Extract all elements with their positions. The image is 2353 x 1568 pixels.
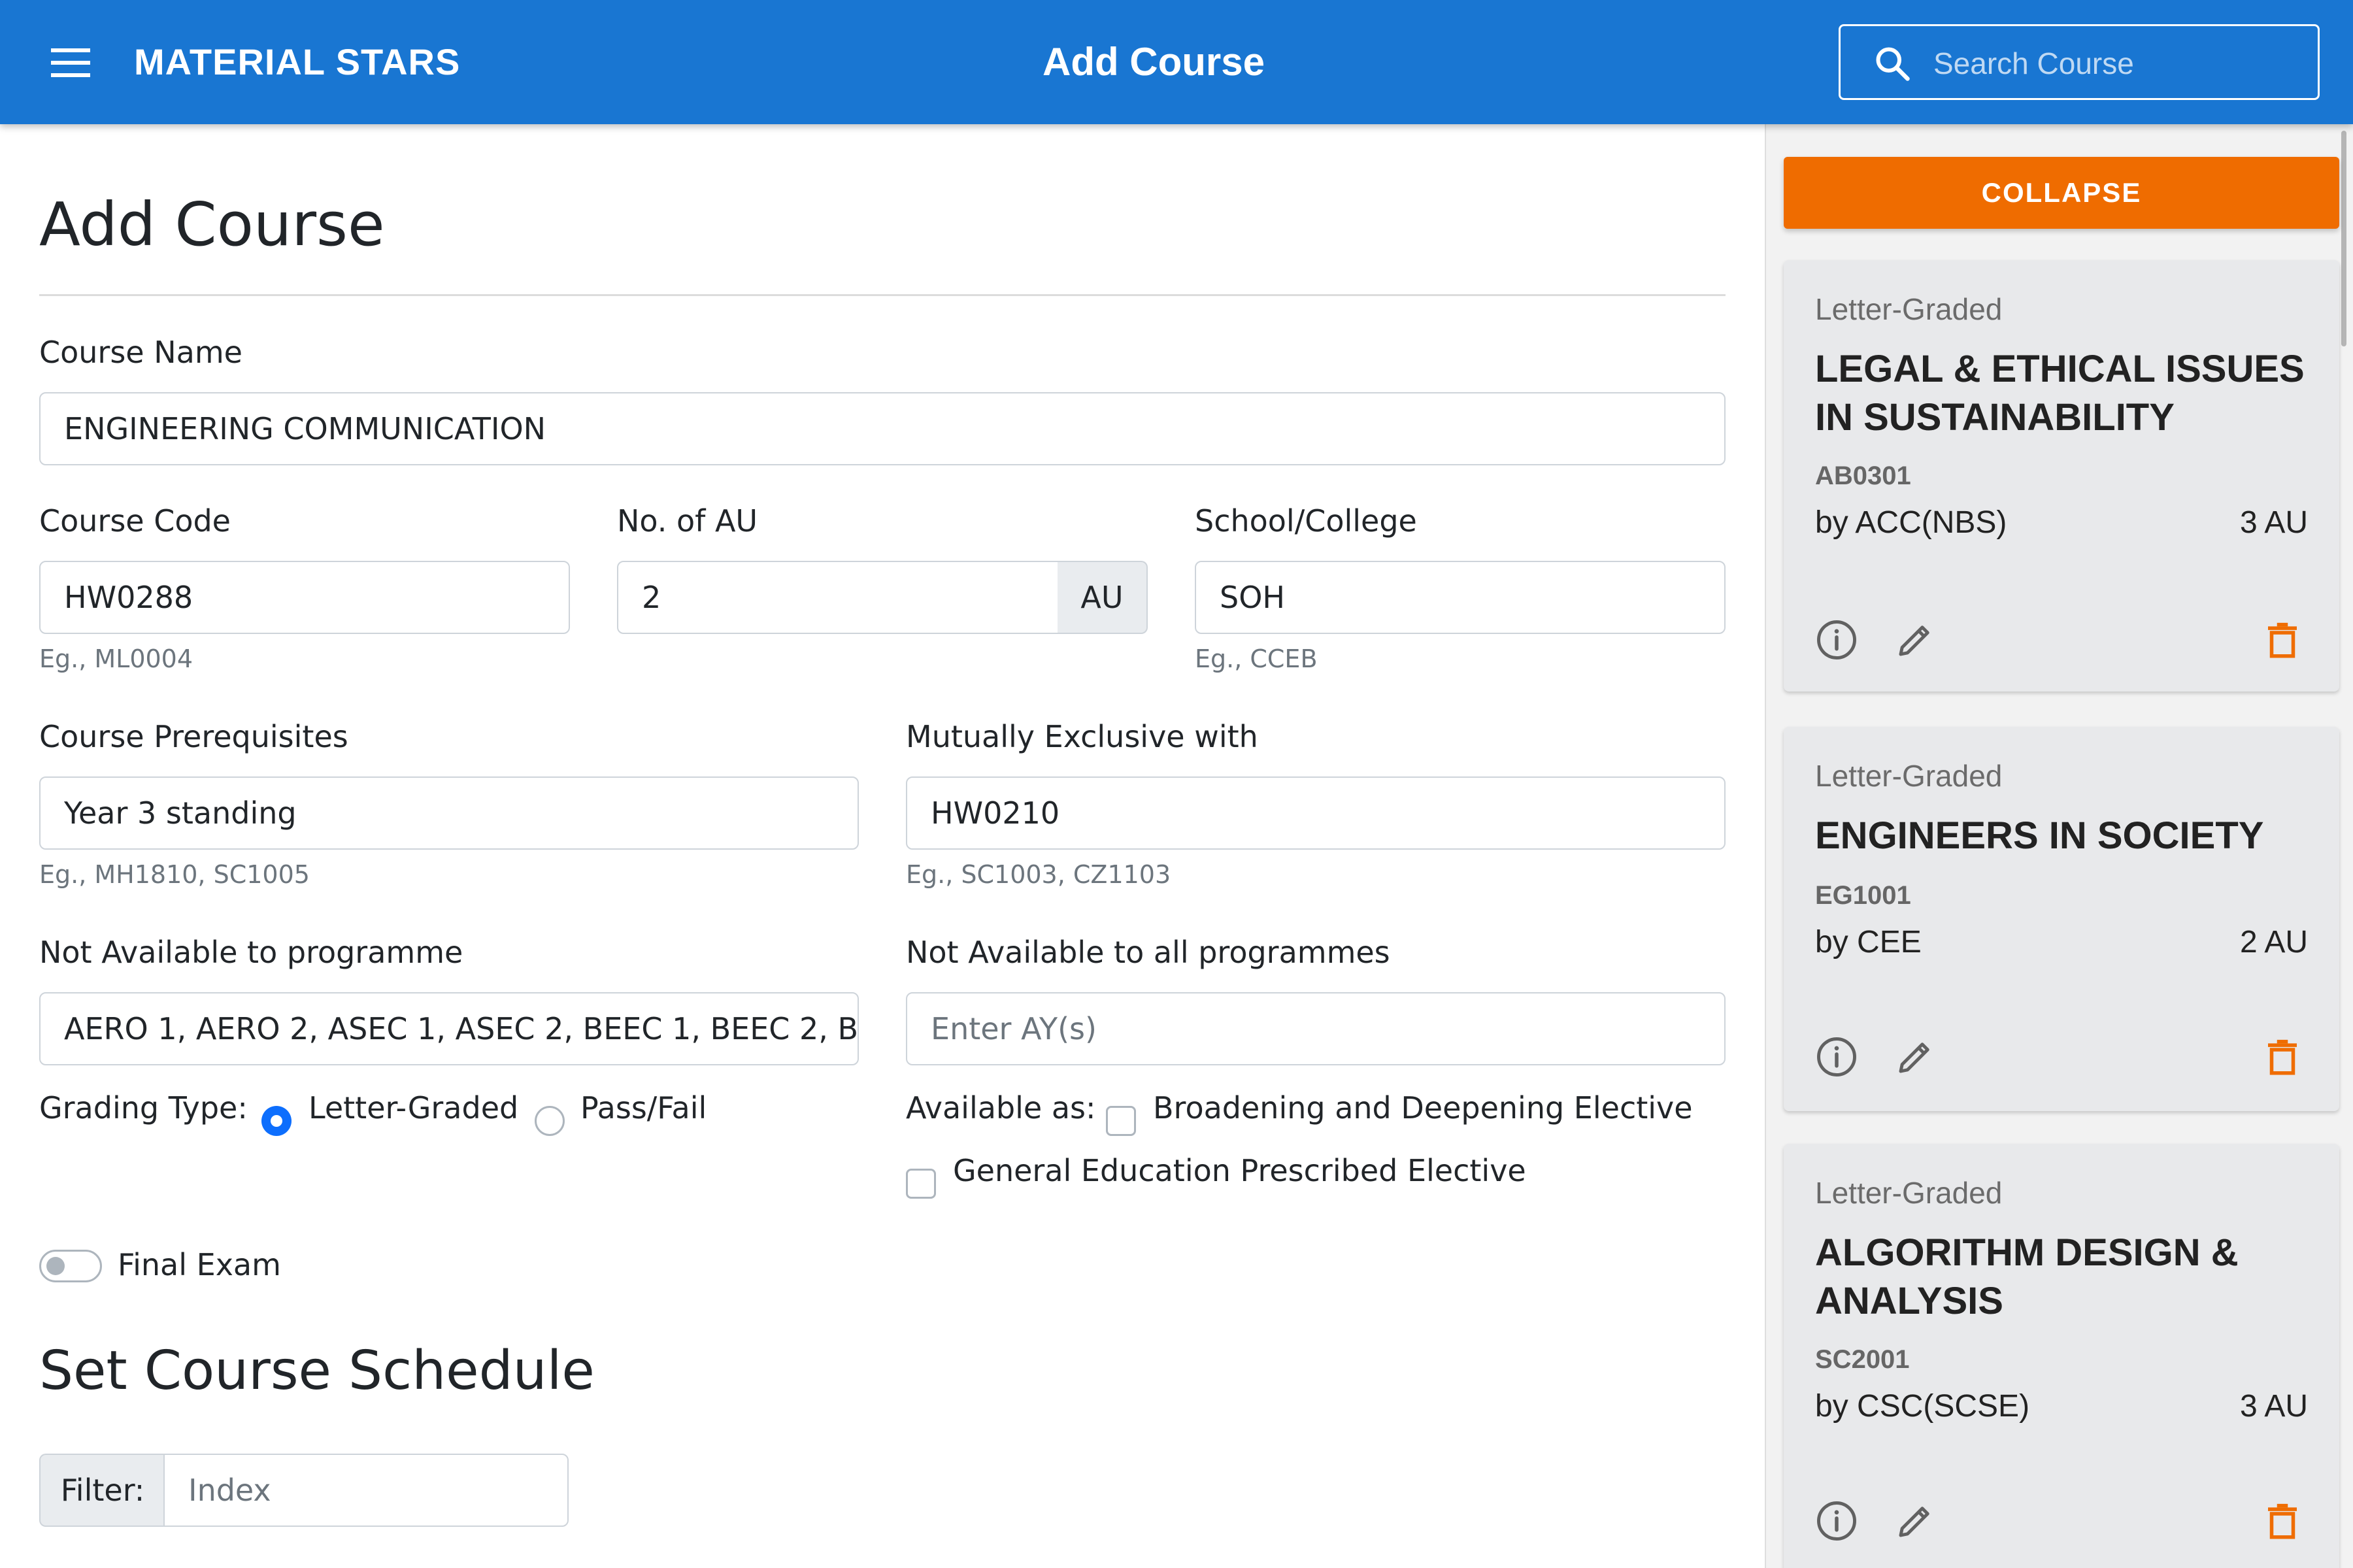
final-exam-label: Final Exam — [118, 1247, 281, 1282]
letter-graded-radio[interactable] — [261, 1106, 292, 1136]
prerequisites-input[interactable]: Year 3 standing — [39, 776, 859, 850]
delete-icon[interactable] — [2261, 1499, 2304, 1543]
info-icon[interactable] — [1815, 1035, 1858, 1078]
au-label: No. of AU — [617, 503, 758, 539]
course-code-hint: Eg., ML0004 — [39, 644, 193, 673]
bde-option-label[interactable]: Broadening and Deepening Elective — [1153, 1090, 1693, 1126]
course-card-au: 2 AU — [2239, 925, 2308, 959]
bde-checkbox[interactable] — [1106, 1106, 1136, 1136]
school-label: School/College — [1195, 503, 1417, 539]
panel-scrollbar[interactable] — [2341, 131, 2346, 346]
title-divider — [39, 294, 1726, 296]
course-card-school: by ACC(NBS) — [1815, 505, 2007, 540]
school-hint: Eg., CCEB — [1195, 644, 1318, 673]
course-card-type: Letter-Graded — [1815, 292, 2003, 326]
not-available-programme-label: Not Available to programme — [39, 935, 463, 970]
au-suffix: AU — [1058, 561, 1148, 634]
search-box[interactable] — [1839, 24, 2320, 100]
course-card-name: ENGINEERS IN SOCIETY — [1815, 814, 2264, 857]
course-card-au: 3 AU — [2239, 505, 2308, 540]
au-input[interactable]: 2 — [617, 561, 1059, 634]
course-card-school: by CEE — [1815, 925, 1922, 959]
course-card-name: LEGAL & ETHICAL ISSUES IN SUSTAINABILITY — [1815, 348, 2305, 439]
not-available-programme-input[interactable]: AERO 1, AERO 2, ASEC 1, ASEC 2, BEEC 1, … — [39, 992, 859, 1065]
mutually-exclusive-input[interactable]: HW0210 — [906, 776, 1726, 850]
course-card-code: AB0301 — [1815, 461, 1911, 490]
gepe-checkbox[interactable] — [906, 1169, 936, 1199]
filter-input[interactable]: Index — [163, 1454, 569, 1527]
edit-icon[interactable] — [1894, 618, 1937, 661]
gepe-option-label[interactable]: General Education Prescribed Elective — [953, 1153, 1526, 1188]
course-name-label: Course Name — [39, 335, 242, 370]
filter-label: Filter: — [39, 1454, 165, 1527]
course-card[interactable]: Letter-Graded LEGAL & ETHICAL ISSUES IN … — [1784, 260, 2339, 692]
course-list-panel: COLLAPSE Letter-Graded LEGAL & ETHICAL I… — [1765, 124, 2353, 1568]
grading-type-label: Grading Type: — [39, 1090, 248, 1126]
add-course-form: Add Course Course Name ENGINEERING COMMU… — [0, 124, 1765, 1568]
app-brand[interactable]: MATERIAL STARS — [134, 0, 460, 124]
course-card-type: Letter-Graded — [1815, 1176, 2003, 1210]
not-available-all-label: Not Available to all programmes — [906, 935, 1390, 970]
info-icon[interactable] — [1815, 618, 1858, 661]
course-card-au: 3 AU — [2239, 1389, 2308, 1424]
course-card-code: SC2001 — [1815, 1345, 1910, 1374]
app-bar: MATERIAL STARS Add Course — [0, 0, 2353, 124]
edit-icon[interactable] — [1894, 1035, 1937, 1078]
pass-fail-option-label[interactable]: Pass/Fail — [580, 1090, 707, 1126]
mutually-exclusive-hint: Eg., SC1003, CZ1103 — [906, 860, 1171, 889]
course-code-input[interactable]: HW0288 — [39, 561, 570, 634]
menu-icon[interactable] — [51, 48, 90, 77]
final-exam-toggle[interactable] — [39, 1250, 102, 1282]
course-card-code: EG1001 — [1815, 881, 1911, 910]
pass-fail-radio[interactable] — [535, 1106, 565, 1136]
app-bar-title: Add Course — [1042, 40, 1265, 84]
page-title: Add Course — [39, 190, 385, 259]
delete-icon[interactable] — [2261, 618, 2304, 661]
prerequisites-hint: Eg., MH1810, SC1005 — [39, 860, 310, 889]
school-input[interactable]: SOH — [1195, 561, 1726, 634]
collapse-button[interactable]: COLLAPSE — [1784, 157, 2339, 229]
search-input[interactable] — [1932, 33, 2307, 94]
available-as-label: Available as: — [906, 1090, 1096, 1126]
prerequisites-label: Course Prerequisites — [39, 719, 348, 754]
course-card-type: Letter-Graded — [1815, 759, 2003, 793]
course-card-school: by CSC(SCSE) — [1815, 1389, 2030, 1424]
course-card-name: ALGORITHM DESIGN & ANALYSIS — [1815, 1231, 2239, 1322]
course-card[interactable]: Letter-Graded ENGINEERS IN SOCIETY EG100… — [1784, 727, 2339, 1111]
info-icon[interactable] — [1815, 1499, 1858, 1543]
mutually-exclusive-label: Mutually Exclusive with — [906, 719, 1258, 754]
not-available-all-input[interactable]: Enter AY(s) — [906, 992, 1726, 1065]
schedule-section-title: Set Course Schedule — [39, 1340, 595, 1402]
course-code-label: Course Code — [39, 503, 231, 539]
edit-icon[interactable] — [1894, 1499, 1937, 1543]
letter-graded-option-label[interactable]: Letter-Graded — [309, 1090, 518, 1126]
course-name-input[interactable]: ENGINEERING COMMUNICATION — [39, 392, 1726, 465]
search-icon — [1876, 47, 1910, 81]
course-card[interactable]: Letter-Graded ALGORITHM DESIGN & ANALYSI… — [1784, 1144, 2339, 1568]
delete-icon[interactable] — [2261, 1035, 2304, 1078]
